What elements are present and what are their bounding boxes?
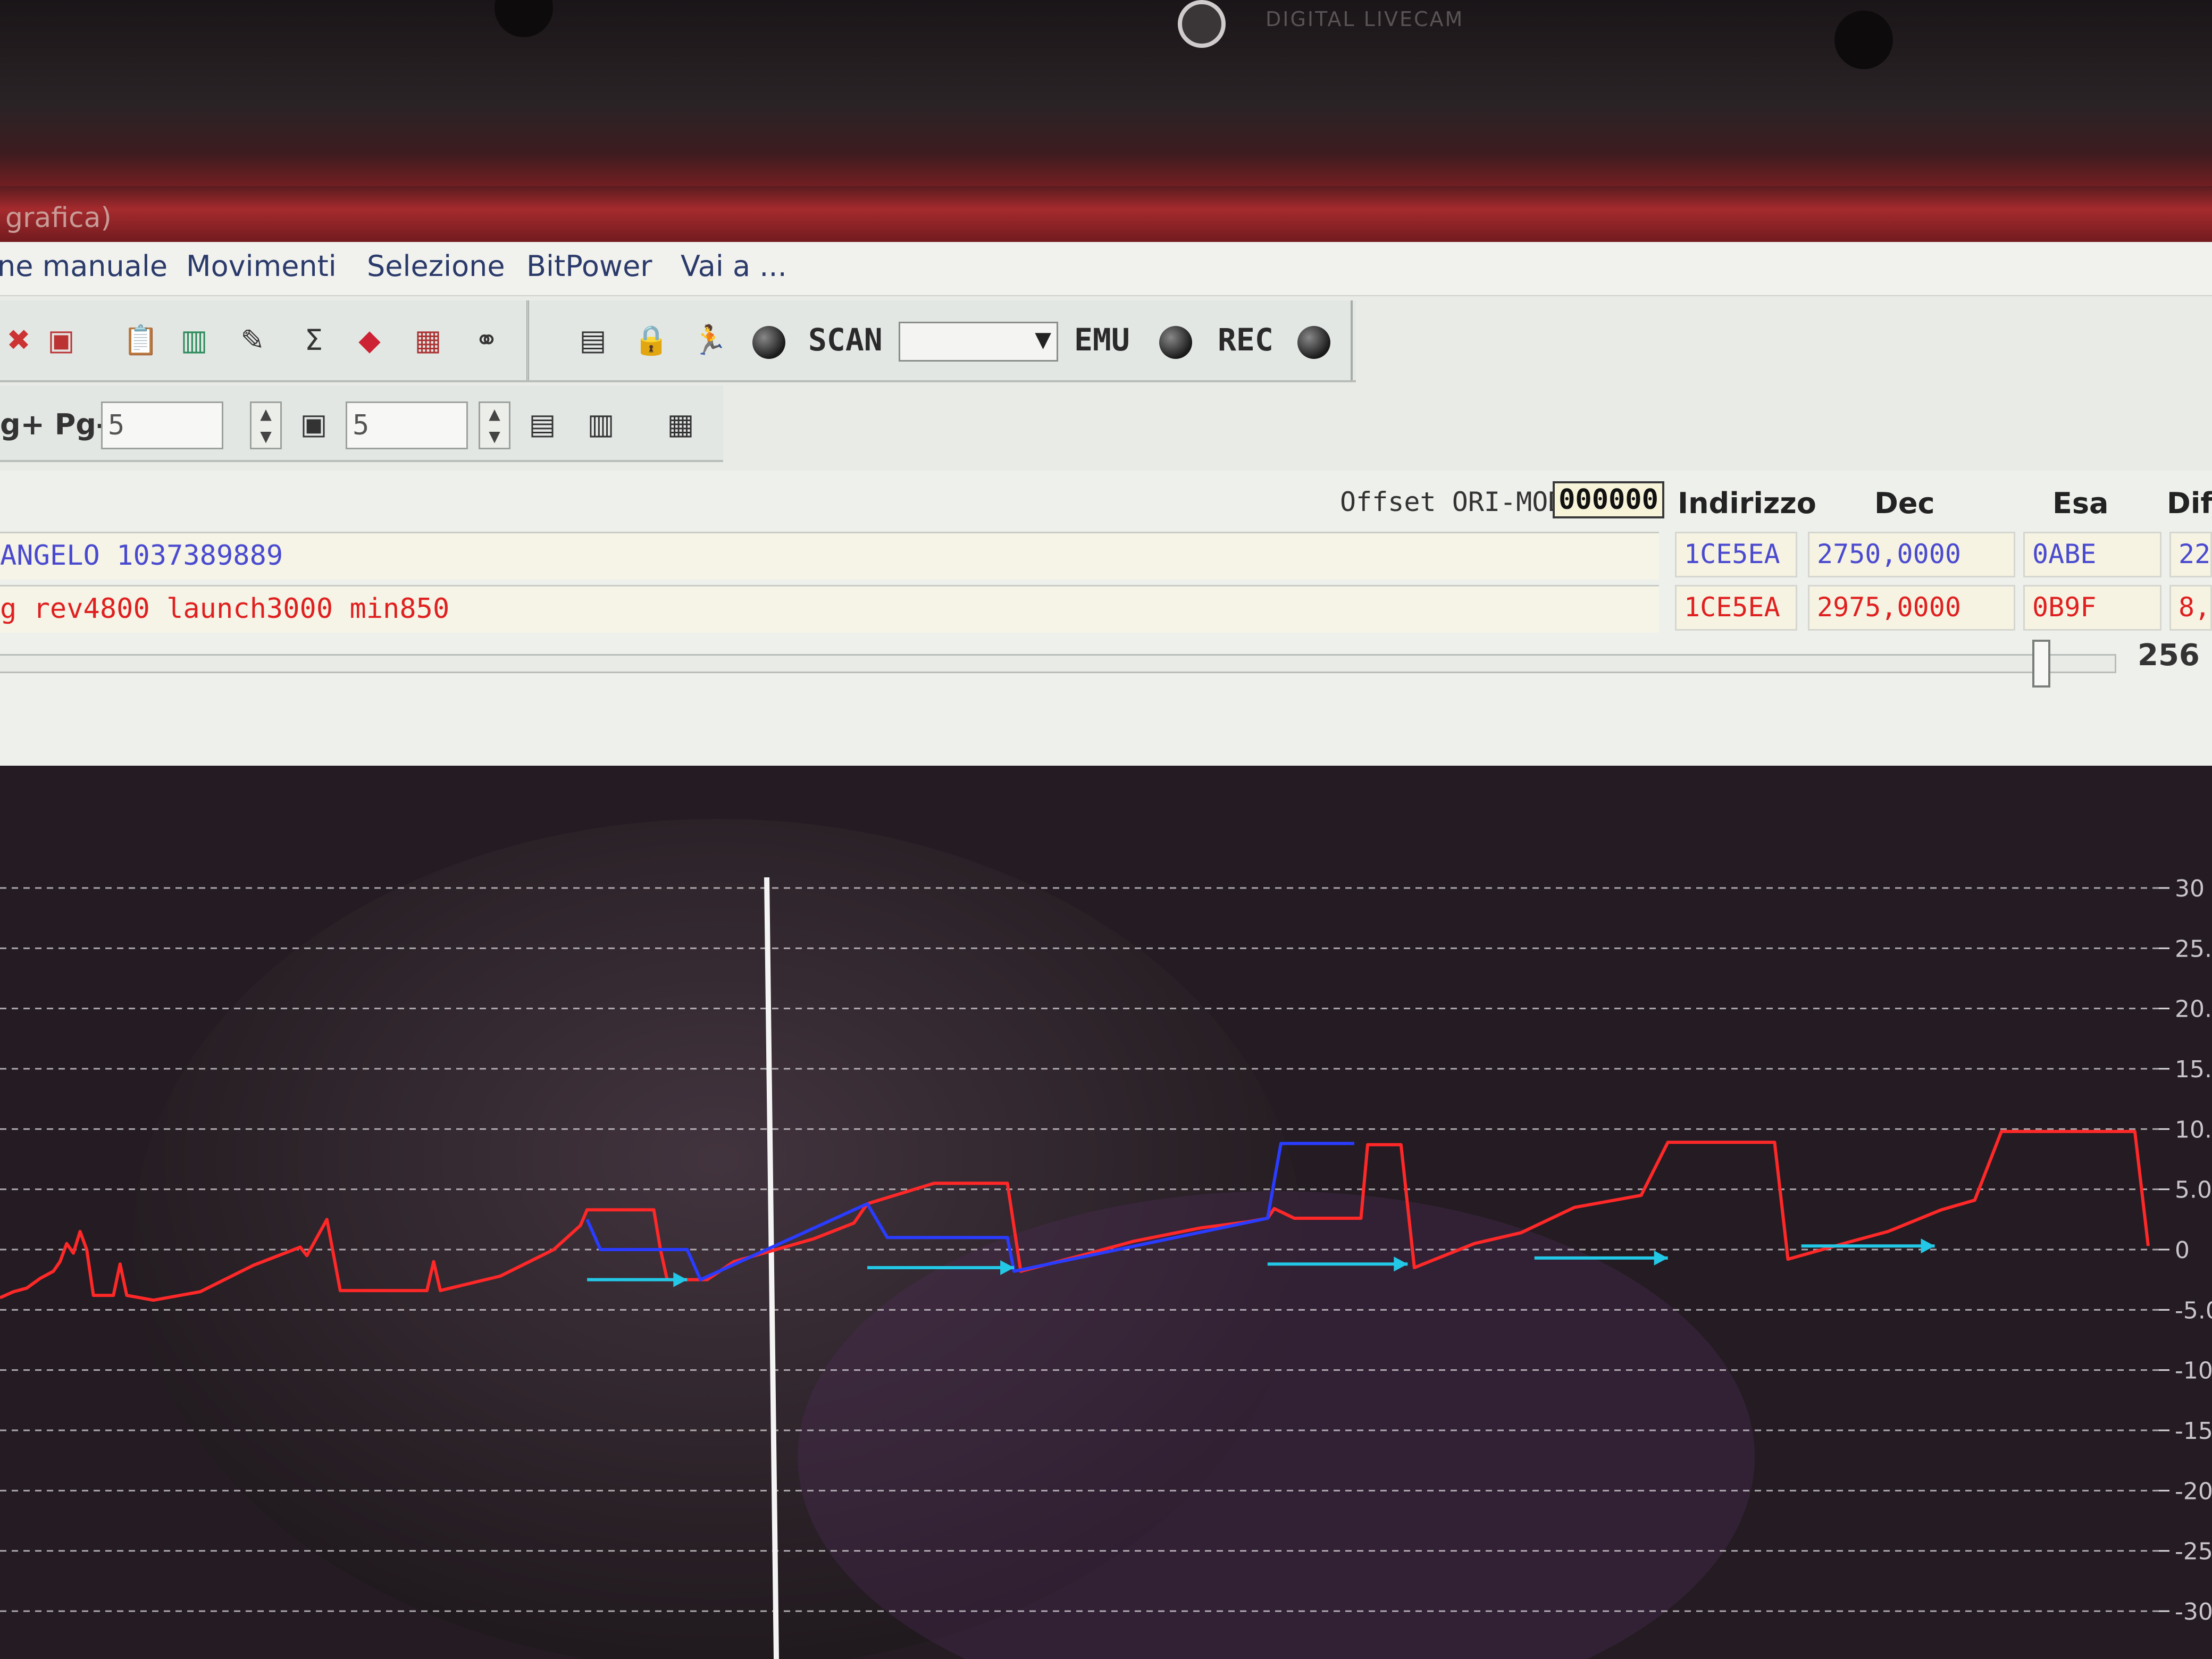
zoom-slider-track[interactable] bbox=[0, 654, 2116, 673]
y-tick-label: 25. bbox=[2175, 935, 2212, 962]
diff-header: Diff bbox=[2167, 487, 2212, 520]
zoom-slider-thumb[interactable] bbox=[2032, 640, 2050, 688]
zoom-slider-value: 256 bbox=[2138, 638, 2200, 673]
page-view-icon[interactable]: ▣ bbox=[295, 406, 332, 443]
binoculars-icon[interactable]: ⚭ bbox=[468, 322, 505, 359]
menu-bar: ne manuale Movimenti Selezione BitPower … bbox=[0, 242, 2212, 296]
record-dot-icon[interactable] bbox=[752, 326, 785, 359]
map-view-m-icon[interactable]: ▥ bbox=[582, 406, 619, 443]
map-view-icon[interactable]: ▤ bbox=[524, 406, 561, 443]
page-label: g+ Pg- bbox=[0, 408, 108, 441]
y-tick-label: 20. bbox=[2175, 996, 2212, 1023]
address-cell: 1CE5EA bbox=[1675, 585, 1797, 631]
page-step-input[interactable]: 5 bbox=[101, 401, 223, 449]
table-view-icon[interactable]: ▦ bbox=[662, 406, 699, 443]
app-window: ne manuale Movimenti Selezione BitPower … bbox=[0, 242, 2212, 768]
offset-label: Offset ORI-MOD bbox=[1340, 487, 1564, 517]
y-tick-label: 10. bbox=[2175, 1116, 2212, 1143]
hex-cell: 0B9F bbox=[2023, 585, 2161, 631]
y-tick-label: -25. bbox=[2175, 1538, 2212, 1565]
calendar-icon[interactable]: ▣ bbox=[43, 322, 80, 359]
window-titlebar: grafica) bbox=[0, 186, 2212, 245]
file-name: ANGELO 1037389889 bbox=[0, 540, 283, 572]
file-name: g rev4800 launch3000 min850 bbox=[0, 593, 450, 625]
offset-value[interactable]: 000000 bbox=[1553, 481, 1664, 518]
dec-cell: 2750,0000 bbox=[1808, 532, 2015, 577]
table-icon[interactable]: ▤ bbox=[574, 322, 611, 359]
calculator-icon[interactable]: ▥ bbox=[175, 322, 213, 359]
camera-label: DIGITAL LIVECAM bbox=[1266, 7, 1464, 31]
diff-cell: 225 bbox=[2169, 532, 2212, 577]
menu-item-vai-a[interactable]: Vai a ... bbox=[681, 249, 787, 283]
scan-select[interactable]: ▼ bbox=[899, 322, 1058, 362]
y-tick-label: 30 bbox=[2175, 875, 2205, 902]
sum-icon[interactable]: Σ bbox=[295, 322, 332, 359]
stop-icon[interactable]: ✖ bbox=[0, 322, 37, 359]
runner-icon[interactable]: 🏃 bbox=[691, 322, 728, 359]
address-header: Indirizzo bbox=[1678, 487, 1816, 520]
emu-toggle-icon[interactable] bbox=[1159, 326, 1192, 359]
clipboard-icon[interactable]: 📋 bbox=[122, 322, 160, 359]
bezel-bump bbox=[495, 0, 553, 37]
menu-item-bitpower[interactable]: BitPower bbox=[526, 249, 652, 283]
dec-cell: 2975,0000 bbox=[1808, 585, 2015, 631]
grid-icon[interactable]: ▦ bbox=[409, 322, 447, 359]
webcam-icon bbox=[1178, 0, 1226, 48]
dec-header: Dec bbox=[1874, 487, 1935, 520]
column-step-input[interactable]: 5 bbox=[346, 401, 468, 449]
info-panel: Offset ORI-MOD 000000 Indirizzo Dec Esa … bbox=[0, 471, 2212, 768]
address-cell: 1CE5EA bbox=[1675, 532, 1797, 577]
main-toolbar: ✖ ▣ 📋 ▥ ✎ Σ ◆ ▦ ⚭ ▤ 🔒 🏃 SCAN ▼ EMU REC bbox=[0, 300, 1356, 382]
window-title: grafica) bbox=[5, 202, 112, 234]
page-step-spinner[interactable]: ▲ ▼ bbox=[250, 401, 282, 449]
y-tick-label: -30. bbox=[2175, 1598, 2212, 1626]
hex-header: Esa bbox=[2052, 487, 2109, 520]
edit-icon[interactable]: ✎ bbox=[234, 322, 271, 359]
chevron-down-icon: ▼ bbox=[1035, 328, 1051, 352]
laptop-bezel: DIGITAL LIVECAM bbox=[0, 0, 2212, 191]
file-row-modified[interactable]: g rev4800 launch3000 min850 bbox=[0, 585, 1659, 633]
file-row-original[interactable]: ANGELO 1037389889 bbox=[0, 532, 1659, 580]
rec-toggle-icon[interactable] bbox=[1297, 326, 1330, 359]
scan-label: SCAN bbox=[808, 322, 883, 358]
y-tick-label: 5.00 bbox=[2175, 1177, 2212, 1204]
y-tick-label: 0 bbox=[2175, 1237, 2190, 1264]
y-tick-label: -20. bbox=[2175, 1478, 2212, 1505]
diff-cell: 8,2 bbox=[2169, 585, 2212, 631]
toolbar-group-device: ▤ 🔒 🏃 SCAN ▼ EMU REC bbox=[548, 300, 1353, 380]
rec-label: REC bbox=[1218, 322, 1273, 358]
data-graph[interactable]: 30 25. 20. 15. 10. 5.00 0 -5.0 -10. -15. -20. -25. -… bbox=[0, 766, 2212, 1659]
y-tick-label: 15. bbox=[2175, 1056, 2212, 1083]
toolbar-group-tools: ✖ ▣ 📋 ▥ ✎ Σ ◆ ▦ ⚭ bbox=[0, 300, 529, 380]
bezel-bump bbox=[1834, 11, 1893, 69]
lock-icon[interactable]: 🔒 bbox=[633, 322, 670, 359]
column-step-spinner[interactable]: ▲ ▼ bbox=[479, 401, 510, 449]
menu-item-movimenti[interactable]: Movimenti bbox=[186, 249, 337, 283]
menu-item-selezione[interactable]: Selezione bbox=[367, 249, 505, 283]
shapes-icon[interactable]: ◆ bbox=[351, 322, 388, 359]
y-tick-label: -10. bbox=[2175, 1358, 2212, 1385]
y-tick-label: -5.0 bbox=[2175, 1297, 2212, 1324]
menu-item-manuale[interactable]: ne manuale bbox=[0, 249, 167, 283]
emu-label: EMU bbox=[1074, 322, 1130, 358]
paging-toolbar: g+ Pg- 5 ▲ ▼ ▣ 5 ▲ ▼ ▤ ▥ ▦ bbox=[0, 386, 723, 462]
y-tick-label: -15. bbox=[2175, 1418, 2212, 1445]
hex-cell: 0ABE bbox=[2023, 532, 2161, 577]
